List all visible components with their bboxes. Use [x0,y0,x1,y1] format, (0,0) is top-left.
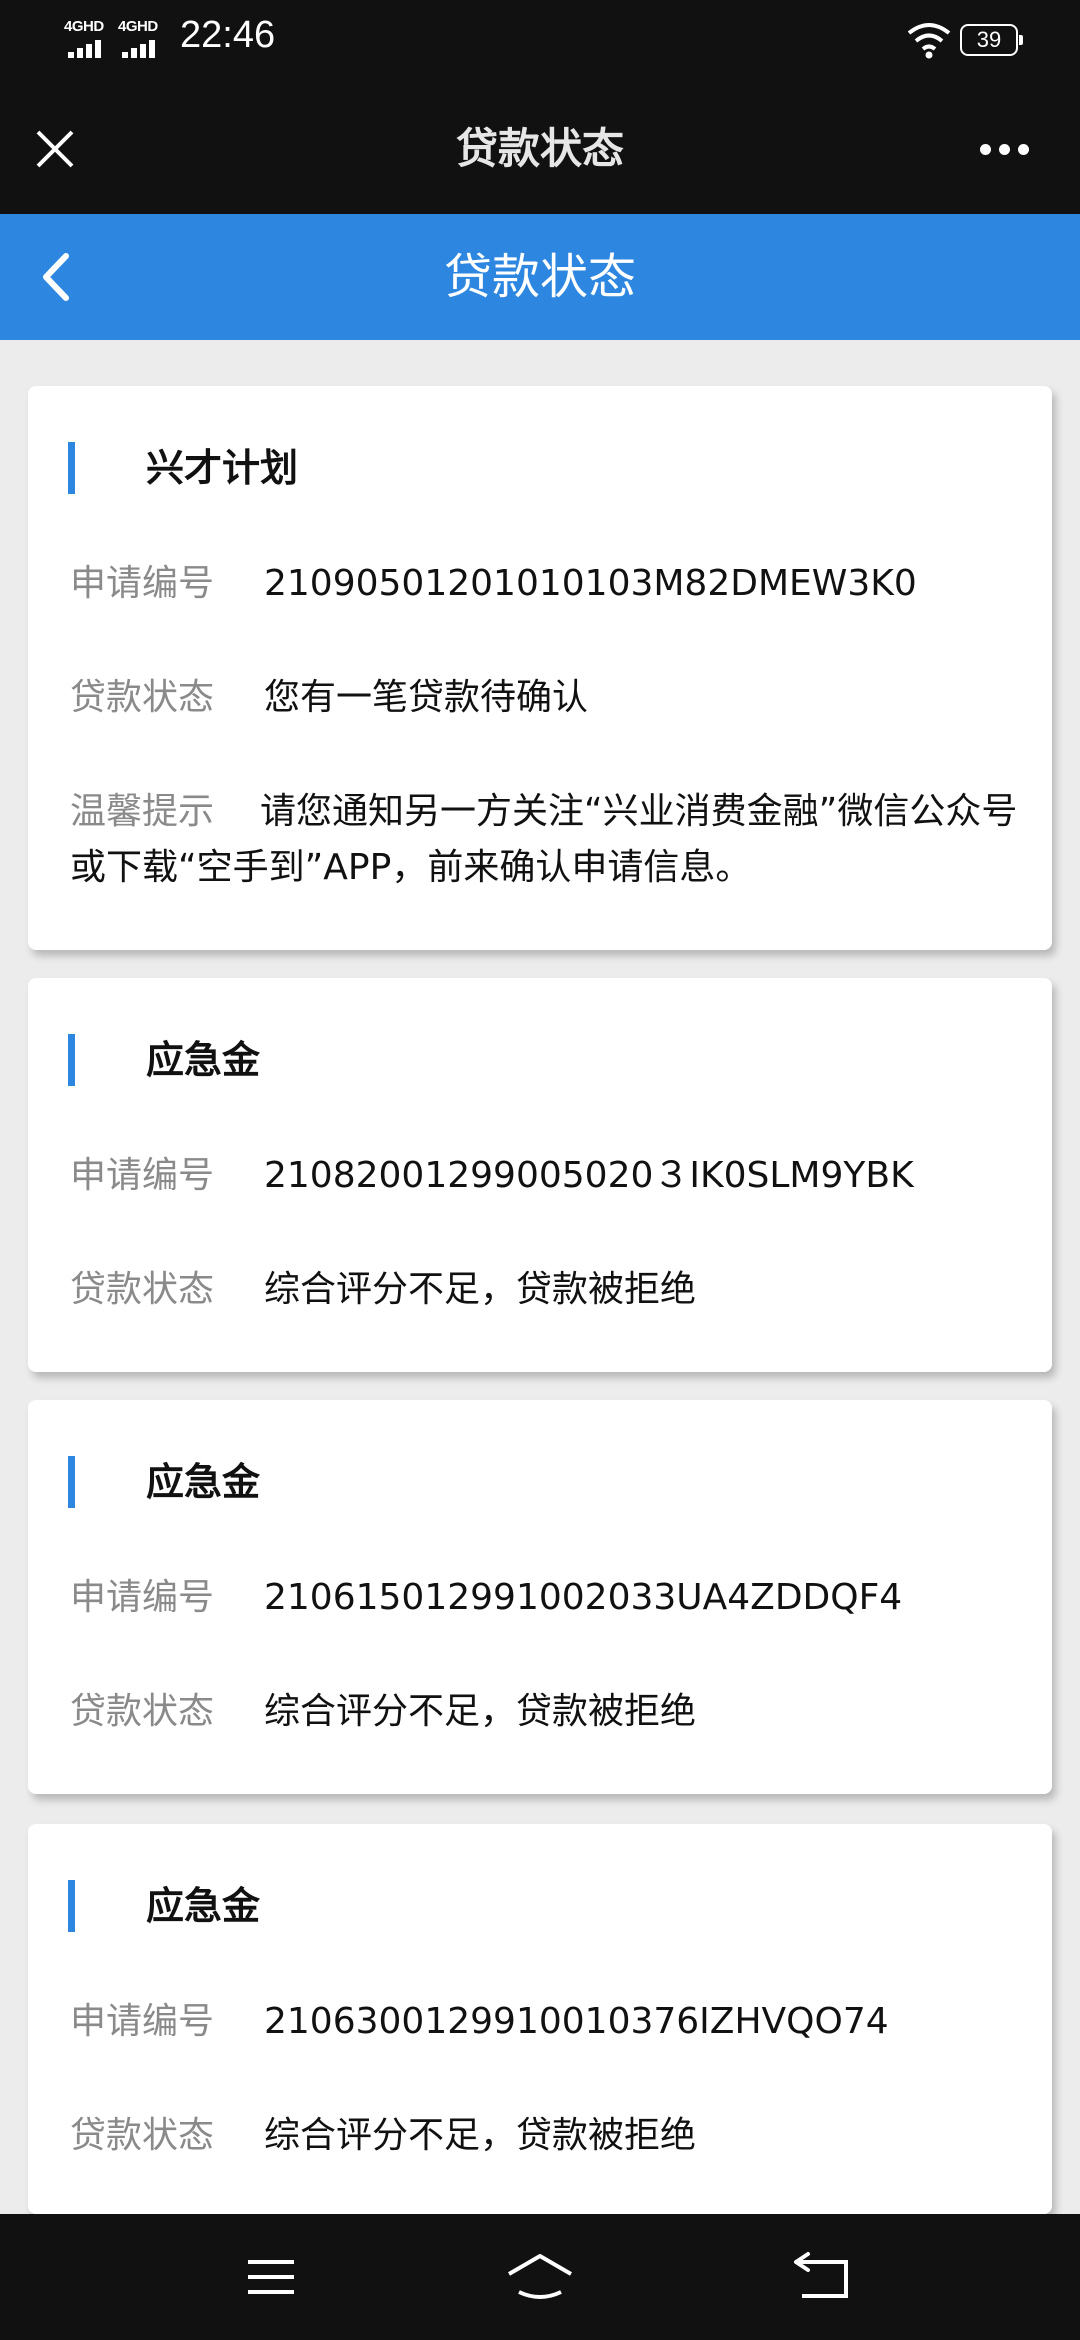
loan-status: 综合评分不足，贷款被拒绝 [264,1269,697,1310]
tip-row: 温馨提示 请您通知另一方关注“兴业消费金融”微信公众号或下载“空手到”APP，前来… [70,784,1050,896]
application-number-row: 申请编号 2106300129910010376IZHVQO74 [70,1994,1050,2050]
tip-label: 温馨提示 [70,791,215,832]
loan-status-row: 贷款状态 综合评分不足，贷款被拒绝 [70,2108,1050,2164]
loan-card: 应急金 申请编号 210615012991002033UA4ZDDQF4 贷款状态… [28,1400,1052,1794]
return-icon[interactable] [788,2244,858,2310]
accent-bar [68,1456,75,1508]
status-bar: 4GHD 4GHD 22:46 39 [0,0,1080,84]
loan-status-label: 贷款状态 [70,2115,215,2156]
menu-icon[interactable] [236,2244,306,2310]
product-name: 兴才计划 [146,446,299,490]
battery-level: 39 [976,27,1002,52]
loan-card: 应急金 申请编号 2106300129910010376IZHVQO74 贷款状态… [28,1824,1052,2214]
more-icon[interactable] [970,130,1040,170]
accent-bar [68,1880,75,1932]
application-number: 21082001299005020３IK0SLM9YBK [264,1155,914,1196]
loan-status-label: 贷款状态 [70,1269,215,1310]
application-number-row: 申请编号 21090501201010103M82DMEW3K0 [70,556,1050,612]
application-number-row: 申请编号 21082001299005020３IK0SLM9YBK [70,1148,1050,1204]
application-number-row: 申请编号 210615012991002033UA4ZDDQF4 [70,1570,1050,1626]
loan-status: 您有一笔贷款待确认 [264,677,589,718]
loan-status: 综合评分不足，贷款被拒绝 [264,1691,697,1732]
network-type: 4GHD [64,18,104,35]
loan-card: 应急金 申请编号 21082001299005020３IK0SLM9YBK 贷款状… [28,978,1052,1372]
application-number-label: 申请编号 [70,563,215,604]
loan-status-row: 贷款状态 综合评分不足，贷款被拒绝 [70,1262,1050,1318]
header: 贷款状态 [0,214,1080,340]
application-number: 21090501201010103M82DMEW3K0 [264,563,917,604]
app-title-bar: 贷款状态 [0,84,1080,214]
clock: 22:46 [180,14,276,56]
application-number-label: 申请编号 [70,1155,215,1196]
network-type: 4GHD [118,18,158,35]
application-number-label: 申请编号 [70,1577,215,1618]
loan-status: 综合评分不足，贷款被拒绝 [264,2115,697,2156]
signal-icon: 4GHD [64,18,114,58]
wifi-icon [907,23,951,59]
system-nav-bar [0,2214,1080,2340]
loan-status-row: 贷款状态 您有一笔贷款待确认 [70,670,1050,726]
header-title: 贷款状态 [443,249,636,305]
loan-card: 兴才计划 申请编号 21090501201010103M82DMEW3K0 贷款状… [28,386,1052,950]
application-number: 2106300129910010376IZHVQO74 [264,2001,889,2042]
application-number: 210615012991002033UA4ZDDQF4 [264,1577,903,1618]
accent-bar [68,442,75,494]
loan-status-row: 贷款状态 综合评分不足，贷款被拒绝 [70,1684,1050,1740]
product-name: 应急金 [146,1884,261,1928]
page-title: 贷款状态 [455,124,624,173]
signal-icon: 4GHD [118,18,168,58]
application-number-label: 申请编号 [70,2001,215,2042]
loan-status-label: 贷款状态 [70,677,215,718]
loan-status-label: 贷款状态 [70,1691,215,1732]
battery-indicator: 39 [960,24,1023,56]
home-icon[interactable] [505,2244,575,2310]
accent-bar [68,1034,75,1086]
product-name: 应急金 [146,1038,261,1082]
product-name: 应急金 [146,1460,261,1504]
